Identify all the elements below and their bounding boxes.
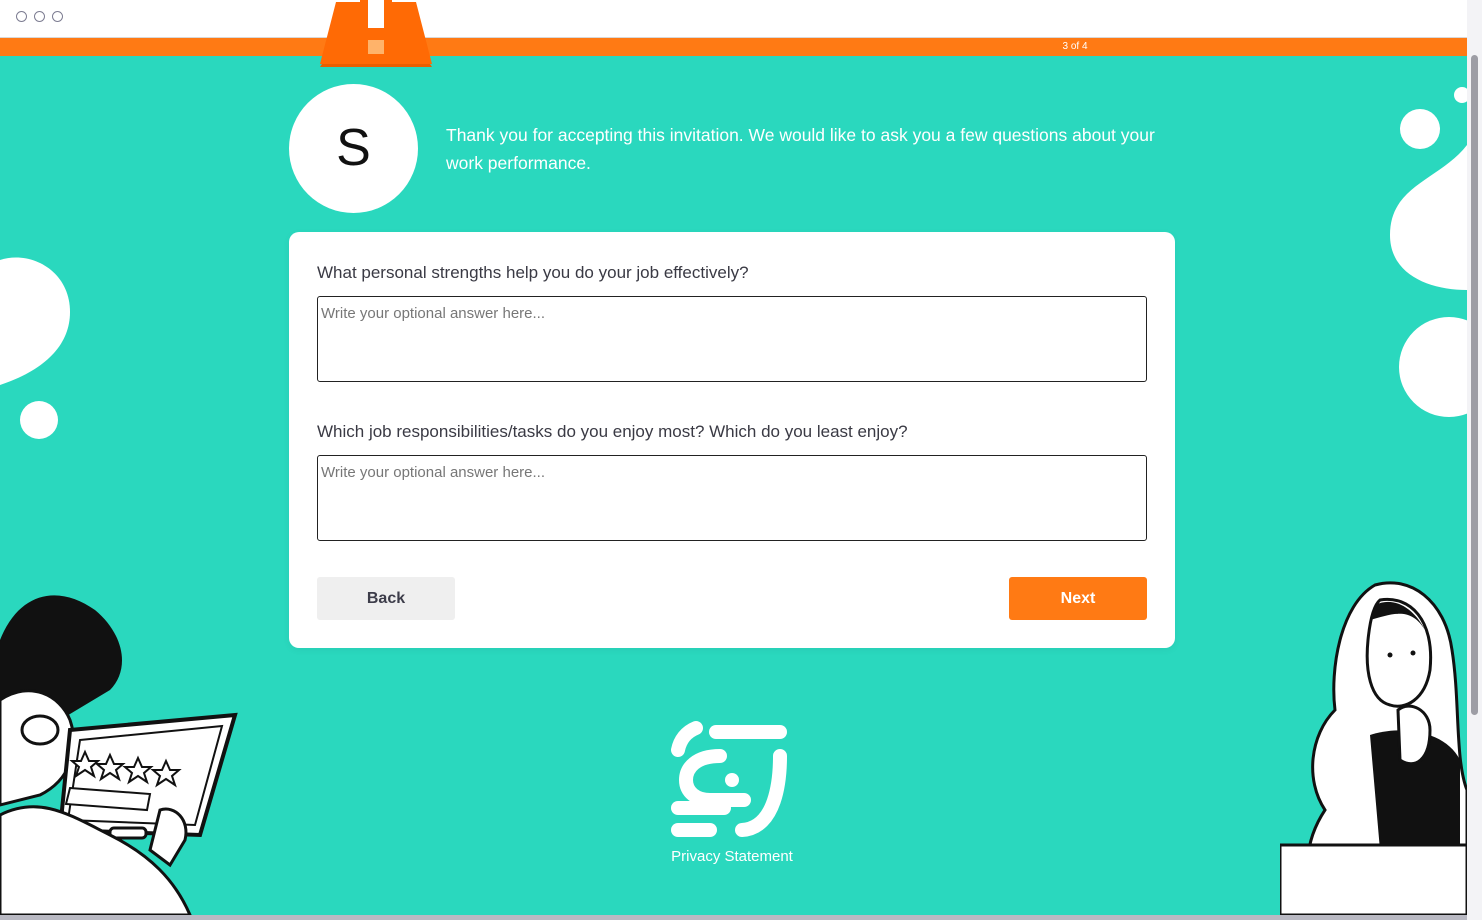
decorative-blob-right <box>1390 87 1467 417</box>
back-button[interactable]: Back <box>317 577 455 620</box>
next-button[interactable]: Next <box>1009 577 1147 620</box>
privacy-statement-link[interactable]: Privacy Statement <box>632 848 832 866</box>
window-control-circle[interactable] <box>16 11 27 22</box>
warning-icon <box>320 0 432 67</box>
progress-label: 3 of 4 <box>1062 41 1088 52</box>
question-label: Which job responsibilities/tasks do you … <box>317 422 908 441</box>
brand-logo-icon <box>671 721 787 837</box>
answer-field[interactable] <box>317 455 1147 541</box>
decorative-blob-left <box>0 257 70 439</box>
avatar: S <box>289 84 418 213</box>
question-card: What personal strengths help you do your… <box>289 232 1175 648</box>
progress-bar <box>0 38 1467 56</box>
answer-field[interactable] <box>317 296 1147 382</box>
title-bar <box>0 0 1467 38</box>
window-control-circle[interactable] <box>34 11 45 22</box>
window-control-circle[interactable] <box>52 11 63 22</box>
question-label: What personal strengths help you do your… <box>317 263 749 282</box>
window-bottom-edge <box>0 915 1467 920</box>
review-person-illustration <box>0 595 238 915</box>
intro-text: Thank you for accepting this invitation.… <box>446 125 1155 173</box>
scrollbar-thumb[interactable] <box>1471 55 1478 715</box>
browser-window: 3 of 4 S Thank you for accepting this in… <box>0 0 1467 915</box>
thinking-woman-illustration <box>1280 581 1467 915</box>
